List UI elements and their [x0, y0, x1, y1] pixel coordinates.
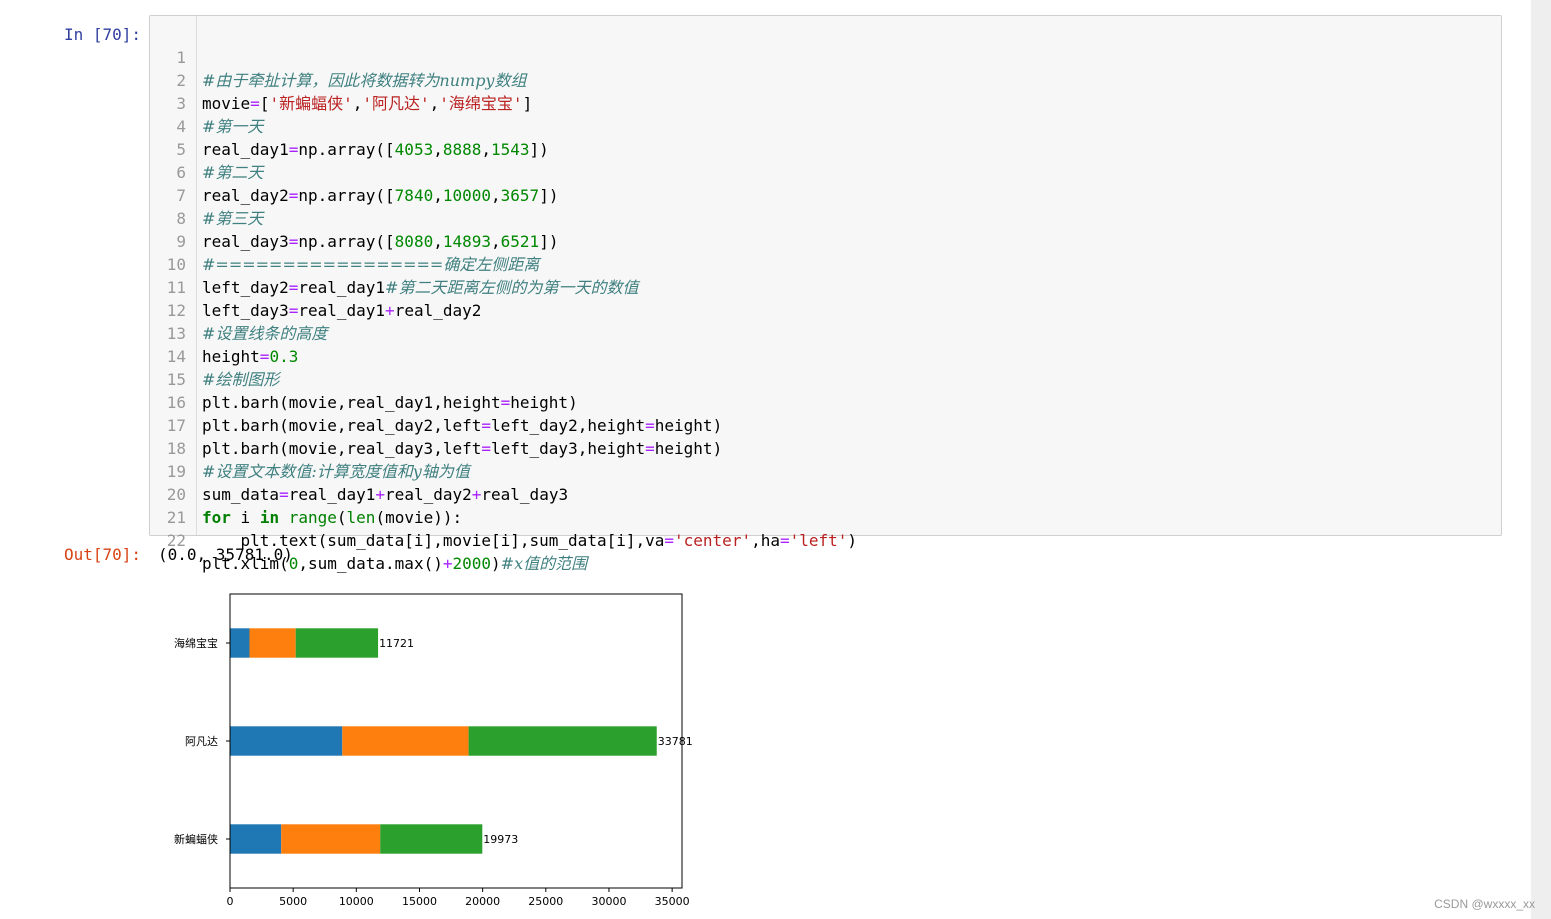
- bar-segment: [468, 726, 657, 756]
- output-text: (0.0, 35781.0): [158, 545, 293, 564]
- code-line: 16 plt.barh(movie,real_day2,left=left_da…: [150, 368, 1501, 435]
- code-cell[interactable]: 1 #由于牵扯计算，因此将数据转为numpy数组 2 movie=['新蝙蝠侠'…: [149, 15, 1502, 573]
- code-line: 3 #第一天: [150, 69, 1501, 136]
- total-label: 19973: [483, 833, 518, 846]
- total-label: 33781: [658, 735, 693, 748]
- bar-segment: [281, 824, 381, 854]
- bar-segment: [230, 824, 282, 854]
- bar-segment: [380, 824, 483, 854]
- bar-segment: [230, 726, 343, 756]
- code-line: 18 #设置文本数值:计算宽度值和y轴为值: [150, 414, 1501, 481]
- y-tick-label: 新蝙蝠侠: [174, 832, 218, 846]
- y-tick-label: 阿凡达: [185, 735, 218, 748]
- code-line: 4 real_day1=np.array([4053,8888,1543]): [150, 92, 1501, 159]
- x-tick-label: 35000: [655, 895, 690, 908]
- code-line: 2 movie=['新蝙蝠侠','阿凡达','海绵宝宝']: [150, 46, 1501, 113]
- x-tick-label: 20000: [465, 895, 500, 908]
- code-line: 9 #=================确定左侧距离: [150, 207, 1501, 274]
- code-line: 19 sum_data=real_day1+real_day2+real_day…: [150, 437, 1501, 504]
- input-prompt: In [70]:: [63, 25, 141, 44]
- bar-segment: [230, 628, 250, 658]
- total-label: 11721: [379, 637, 414, 650]
- comment: #x值的范围: [500, 554, 588, 573]
- x-tick-label: 30000: [591, 895, 626, 908]
- code-line: 13 height=0.3: [150, 299, 1501, 366]
- code-line: 8 real_day3=np.array([8080,14893,6521]): [150, 184, 1501, 251]
- code-line: 21 plt.text(sum_data[i],movie[i],sum_dat…: [150, 483, 1501, 550]
- csdn-watermark: CSDN @wxxxx_xx: [1434, 897, 1535, 911]
- bar-segment: [249, 628, 296, 658]
- x-tick-label: 0: [227, 895, 234, 908]
- scrollbar-track[interactable]: [1531, 0, 1551, 919]
- code-line: 15 plt.barh(movie,real_day1,height=heigh…: [150, 345, 1501, 412]
- code-line: 20 for i in range(len(movie)):: [150, 460, 1501, 527]
- bar-segment: [295, 628, 379, 658]
- x-tick-label: 5000: [279, 895, 307, 908]
- code-line: 17 plt.barh(movie,real_day3,left=left_da…: [150, 391, 1501, 458]
- code-line: 14 #绘制图形: [150, 322, 1501, 389]
- code-line: 10 left_day2=real_day1#第二天距离左侧的为第一天的数值: [150, 230, 1501, 297]
- x-tick-label: 10000: [339, 895, 374, 908]
- code-line: 11 left_day3=real_day1+real_day2: [150, 253, 1501, 320]
- code-line: 1 #由于牵扯计算，因此将数据转为numpy数组: [150, 23, 1501, 90]
- stacked-barh-chart: 19973 新蝙蝠侠 33781 阿凡达 11721 海绵宝宝 0 5000 10000 1500…: [174, 593, 693, 908]
- x-tick-label: 25000: [528, 895, 563, 908]
- code-line: 22 plt.xlim(0,sum_data.max()+2000)#x值的范围: [150, 506, 1501, 573]
- output-prompt: Out[70]:: [63, 545, 141, 564]
- y-tick-label: 海绵宝宝: [174, 636, 218, 650]
- x-tick-label: 15000: [402, 895, 437, 908]
- code-line: 6 real_day2=np.array([7840,10000,3657]): [150, 138, 1501, 205]
- code-line: 7 #第三天: [150, 161, 1501, 228]
- code-line: 5 #第二天: [150, 115, 1501, 182]
- bar-segment: [342, 726, 469, 756]
- code-line: 12 #设置线条的高度: [150, 276, 1501, 343]
